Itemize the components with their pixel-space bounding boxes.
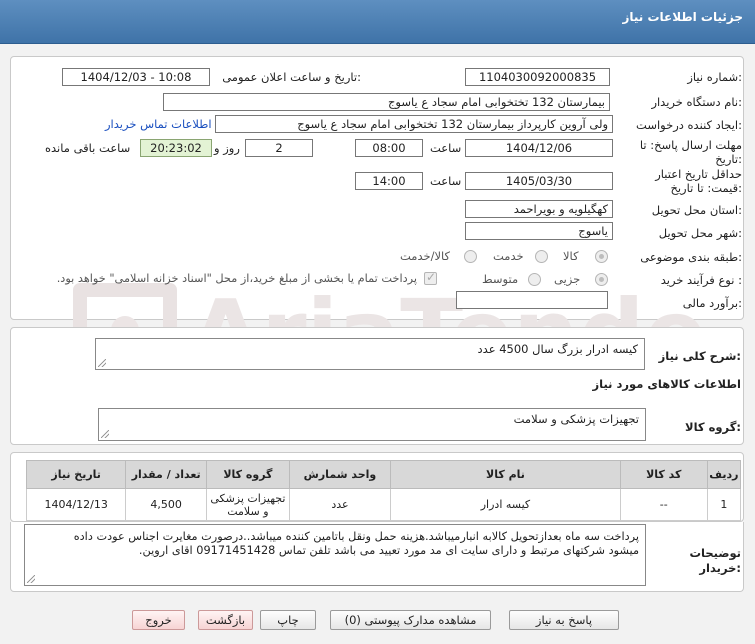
cell-code: --: [619, 488, 708, 521]
buyer-notes-label: توضیحات خریدار:: [689, 546, 742, 575]
col-unit: واحد شمارش: [288, 460, 392, 489]
need-number-label: شماره نیاز:: [687, 70, 742, 84]
process-minor-label: جزیی: [554, 272, 581, 286]
reply-to-need-button[interactable]: پاسخ به نیاز: [509, 610, 619, 630]
process-medium-label: متوسط: [482, 272, 519, 286]
col-name: نام کالا: [390, 460, 621, 489]
col-row: ردیف: [706, 460, 742, 489]
category-goods-label: کالا: [563, 249, 579, 263]
col-qty: تعداد / مقدار: [125, 460, 208, 489]
price-validity-label: حداقل تاریخ اعتبار قیمت: تا تاریخ:: [655, 167, 742, 195]
remaining-time-label: ساعت باقی مانده: [45, 141, 131, 155]
resize-grip-icon[interactable]: [98, 359, 106, 367]
category-service-label: خدمت: [493, 249, 524, 263]
need-number-field: 1104030092000835: [465, 68, 610, 86]
page-header: جزئیات اطلاعات نیاز: [0, 0, 755, 44]
resize-grip-icon[interactable]: [27, 575, 35, 583]
cell-group: تجهیزات پزشکی و سلامت: [206, 488, 290, 521]
deadline-date-field: 1404/12/06: [465, 139, 613, 157]
deadline-label: مهلت ارسال پاسخ: تا تاریخ:: [639, 138, 742, 166]
buyer-notes-line-1: پرداخت سه ماه بعدازتحویل کالابه انبارمیب…: [73, 530, 639, 543]
table-row: 1 -- کیسه ادرار عدد تجهیزات پزشکی و سلام…: [25, 488, 742, 521]
category-service-radio[interactable]: [535, 250, 548, 263]
cell-qty: 4,500: [125, 488, 208, 521]
buyer-org-field: بیمارستان 132 تختخوابی امام سجاد ع یاسوج: [163, 93, 610, 111]
category-goods-service-label: کالا/خدمت: [400, 249, 451, 263]
category-goods-service-radio[interactable]: [464, 250, 477, 263]
treasury-payment-checkbox[interactable]: [424, 270, 437, 285]
back-button[interactable]: بازگشت: [198, 610, 253, 630]
deadline-time-label: ساعت: [430, 141, 462, 155]
remaining-time-field: 20:23:02: [140, 139, 212, 157]
goods-section-title: اطلاعات کالاهای مورد نیاز: [592, 377, 741, 391]
cell-row: 1: [706, 488, 742, 521]
request-creator-field: ولی آروین کارپرداز بیمارستان 132 تختخواب…: [215, 115, 613, 133]
deadline-time-field: 08:00: [355, 139, 423, 157]
buyer-contact-link[interactable]: اطلاعات تماس خریدار: [105, 117, 212, 131]
buyer-notes-line-2: میشود شرکتهای مرتبط و دارای سایت ای مد م…: [138, 544, 639, 557]
buyer-org-label: نام دستگاه خریدار:: [651, 95, 742, 109]
page-title: جزئیات اطلاعات نیاز: [622, 10, 743, 24]
price-validity-time-label: ساعت: [430, 174, 462, 188]
process-medium-radio[interactable]: [528, 273, 541, 286]
goods-group-textarea[interactable]: تجهیزات پزشکی و سلامت: [98, 408, 646, 441]
process-minor-radio[interactable]: [595, 273, 608, 286]
cell-name: کیسه ادرار: [390, 488, 621, 521]
announce-datetime-label: تاریخ و ساعت اعلان عمومی:: [222, 70, 361, 84]
cell-date: 1404/12/13: [25, 488, 127, 521]
print-button[interactable]: چاپ: [260, 610, 316, 630]
announce-datetime-field: 1404/12/03 - 10:08: [62, 68, 210, 86]
goods-group-text: تجهیزات پزشکی و سلامت: [513, 412, 639, 426]
subject-category-label: طبقه بندی موضوعی:: [640, 250, 742, 264]
need-summary-textarea[interactable]: کیسه ادرار بزرگ سال 4500 عدد: [95, 338, 645, 370]
days-remaining-field: 2: [245, 139, 313, 157]
col-group: گروه کالا: [206, 460, 290, 489]
purchase-process-label: نوع فرآیند خرید :: [660, 273, 742, 287]
treasury-payment-note: پرداخت تمام یا بخشی از مبلغ خرید،از محل …: [56, 272, 417, 285]
goods-group-label: گروه کالا:: [685, 420, 741, 434]
category-goods-radio[interactable]: [595, 250, 608, 263]
need-summary-label: شرح کلی نیاز:: [658, 349, 741, 363]
delivery-city-label: شهر محل تحویل:: [658, 226, 742, 240]
days-label: روز و: [214, 141, 240, 155]
items-table-header: ردیف کد کالا نام کالا واحد شمارش گروه کا…: [25, 460, 742, 489]
price-validity-time-field: 14:00: [355, 172, 423, 190]
price-validity-date-field: 1405/03/30: [465, 172, 613, 190]
items-table: ردیف کد کالا نام کالا واحد شمارش گروه کا…: [25, 460, 742, 521]
col-code: کد کالا: [619, 460, 708, 489]
view-attachments-button[interactable]: مشاهده مدارک پیوستی (0): [330, 610, 491, 630]
delivery-province-label: استان محل تحویل:: [651, 203, 742, 217]
cell-unit: عدد: [288, 488, 392, 521]
request-creator-label: ایجاد کننده درخواست:: [636, 118, 742, 132]
col-date: تاریخ نیاز: [25, 460, 127, 489]
delivery-province-field: کهگیلویه و بویراحمد: [465, 200, 613, 218]
need-summary-text: کیسه ادرار بزرگ سال 4500 عدد: [477, 342, 638, 356]
exit-button[interactable]: خروج: [132, 610, 185, 630]
delivery-city-field: یاسوج: [465, 222, 613, 240]
budget-estimate-field[interactable]: [456, 291, 608, 309]
resize-grip-icon[interactable]: [101, 430, 109, 438]
budget-estimate-label: برآورد مالی:: [682, 296, 742, 310]
buyer-notes-textarea[interactable]: پرداخت سه ماه بعدازتحویل کالابه انبارمیب…: [24, 524, 646, 586]
